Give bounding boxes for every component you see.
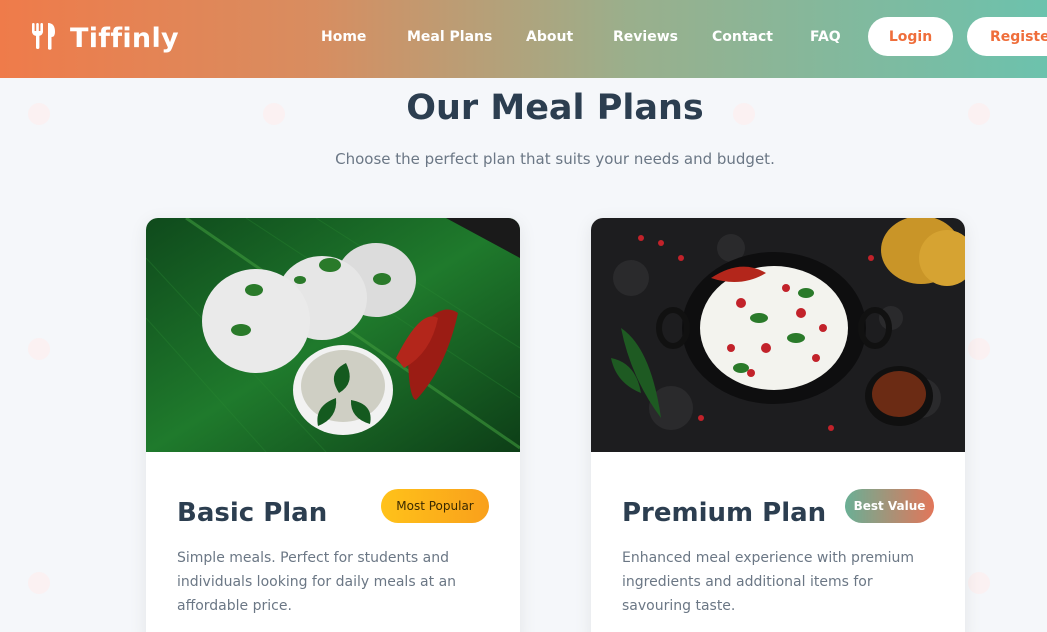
brand-logo[interactable]: Tiffinly (30, 21, 179, 55)
nav-link-home[interactable]: Home (321, 29, 366, 45)
nav-link-faq[interactable]: FAQ (810, 29, 841, 45)
plan-title: Premium Plan (622, 498, 827, 528)
section-title: Our Meal Plans (406, 88, 704, 128)
badge-best-value: Best Value (845, 489, 934, 523)
idli-plate-image (146, 218, 520, 453)
utensils-icon (30, 21, 58, 55)
navbar: Tiffinly Home Meal Plans About Reviews C… (0, 0, 1047, 78)
plan-title: Basic Plan (177, 498, 328, 528)
nav-link-contact[interactable]: Contact (712, 29, 773, 45)
plan-card-premium[interactable]: Premium Plan Best Value Enhanced meal ex… (591, 218, 965, 632)
plan-description: Enhanced meal experience with premium in… (622, 550, 915, 614)
background-dot (968, 338, 990, 360)
curd-rice-image (591, 218, 965, 452)
nav-link-reviews[interactable]: Reviews (613, 29, 678, 45)
nav-link-about[interactable]: About (526, 29, 573, 45)
section-subtitle: Choose the perfect plan that suits your … (335, 150, 775, 168)
brand-name: Tiffinly (70, 22, 179, 54)
background-dot (28, 572, 50, 594)
background-dot (28, 338, 50, 360)
nav-link-meal-plans[interactable]: Meal Plans (407, 29, 492, 45)
plan-description: Simple meals. Perfect for students and i… (177, 550, 457, 614)
register-button[interactable]: Register (967, 17, 1047, 56)
plan-card-basic[interactable]: Basic Plan Most Popular Simple meals. Pe… (146, 218, 520, 632)
badge-most-popular: Most Popular (381, 489, 489, 523)
login-button[interactable]: Login (868, 17, 953, 56)
background-dot (968, 572, 990, 594)
